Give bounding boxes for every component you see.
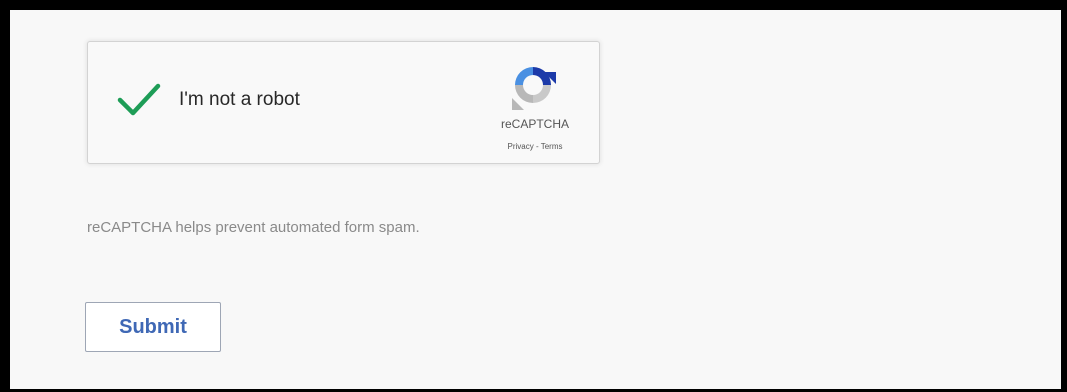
recaptcha-helper-text: reCAPTCHA helps prevent automated form s… (87, 219, 420, 236)
robot-checkbox-label: I'm not a robot (179, 89, 300, 110)
page-frame: I'm not a robot reCAPTCHA Privacy - Term… (10, 10, 1061, 389)
submit-button[interactable]: Submit (85, 302, 221, 352)
recaptcha-logo-icon (508, 60, 558, 110)
privacy-link[interactable]: Privacy (508, 142, 534, 151)
links-separator: - (533, 142, 541, 151)
recaptcha-widget: I'm not a robot reCAPTCHA Privacy - Term… (87, 41, 600, 164)
recaptcha-brand-label: reCAPTCHA (500, 117, 569, 131)
terms-link[interactable]: Terms (541, 142, 563, 151)
recaptcha-links: Privacy - Terms (482, 142, 588, 151)
checkmark-icon[interactable] (117, 82, 161, 118)
